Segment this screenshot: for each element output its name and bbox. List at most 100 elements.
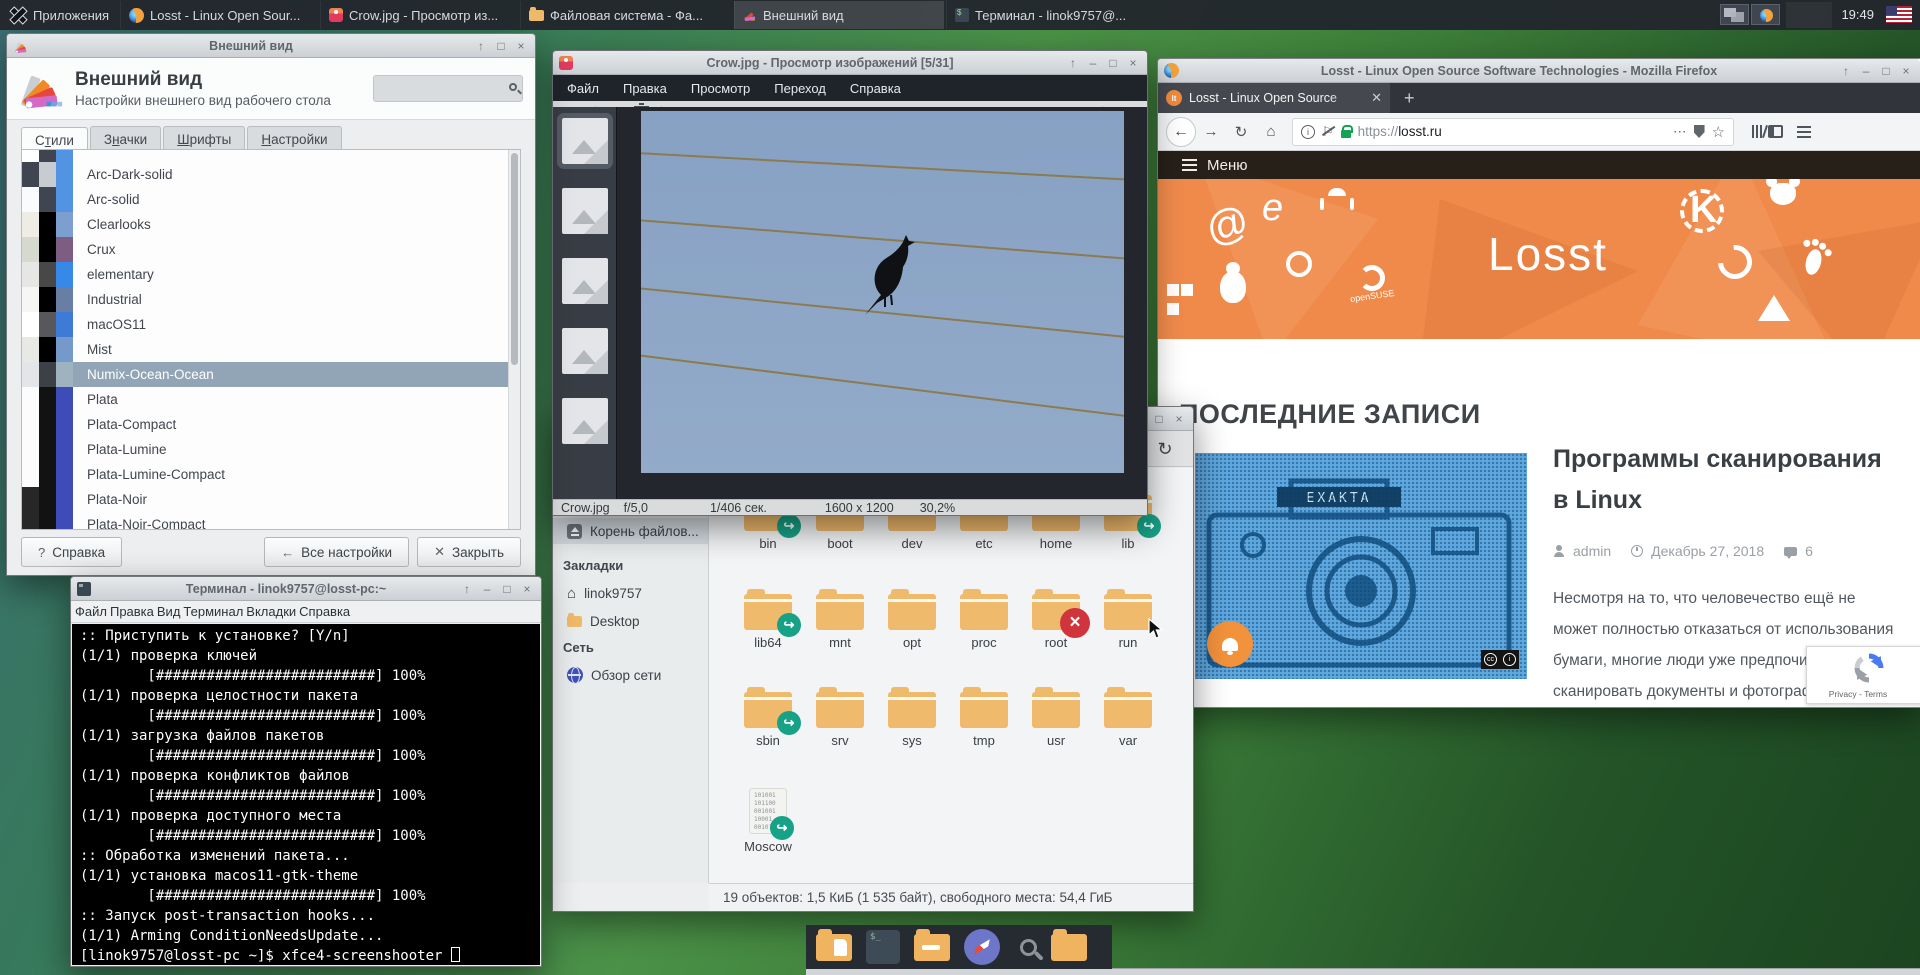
forward-button[interactable]: → (1196, 123, 1226, 140)
dock-folder-icon[interactable] (1051, 934, 1087, 961)
all-settings-button[interactable]: ←Все настройки (264, 537, 409, 567)
task-button-crow[interactable]: Crow.jpg - Просмотр из... (320, 1, 518, 29)
theme-row[interactable]: Crux (22, 237, 520, 262)
shade-button[interactable]: ↑ (459, 578, 475, 600)
theme-row[interactable]: macOS11 (22, 312, 520, 337)
menu-edit[interactable]: Правка (110, 604, 154, 619)
folder-item-usr[interactable]: usr (1020, 692, 1092, 748)
sidebar-item-network[interactable]: Обзор сети (553, 662, 708, 688)
maximize-button[interactable]: □ (493, 35, 509, 57)
recaptcha-badge[interactable]: Privacy - Terms (1806, 646, 1920, 704)
folder-item-srv[interactable]: srv (804, 692, 876, 748)
theme-row[interactable]: elementary (22, 262, 520, 287)
article-comments[interactable]: 6 (1805, 543, 1813, 559)
shade-button[interactable]: ↑ (1065, 52, 1081, 74)
folder-item-proc[interactable]: proc (948, 594, 1020, 650)
shade-button[interactable]: ↑ (1838, 60, 1854, 82)
theme-row[interactable]: Arc-solid (22, 187, 520, 212)
pocket-icon[interactable] (1694, 125, 1705, 138)
sidebar-item-home[interactable]: ⌂ linok9757 (553, 580, 708, 606)
page-actions-icon[interactable]: ⋯ (1673, 124, 1687, 140)
maximize-button[interactable]: □ (1151, 408, 1167, 430)
close-button[interactable]: × (1125, 52, 1141, 74)
menu-tabs[interactable]: Вкладки (246, 604, 296, 619)
dock-browser-icon[interactable] (964, 929, 1000, 965)
dock-file-manager-icon[interactable] (816, 934, 852, 961)
menu-help[interactable]: Справка (850, 81, 901, 96)
thumbnail-selected[interactable] (562, 118, 608, 164)
workspace-2[interactable] (1751, 4, 1780, 25)
maximize-button[interactable]: □ (1878, 60, 1894, 82)
dock-terminal-icon[interactable] (866, 930, 900, 964)
article-title[interactable]: Программы сканирования в Linux (1553, 439, 1901, 521)
close-button[interactable]: × (1898, 60, 1914, 82)
theme-row[interactable]: Arc-Dark-solid (22, 162, 520, 187)
task-button-terminal[interactable]: Терминал - linok9757@... (946, 1, 1158, 29)
menu-file[interactable]: Файл (567, 81, 599, 96)
new-tab-button[interactable]: + (1404, 88, 1415, 109)
close-button[interactable]: × (1171, 408, 1187, 430)
folder-item-mnt[interactable]: mnt (804, 594, 876, 650)
permissions-icon[interactable]: ⚐ (1322, 124, 1334, 140)
close-window-button[interactable]: ✕Закрыть (417, 537, 521, 567)
minimize-button[interactable]: – (479, 578, 495, 600)
home-button[interactable]: ⌂ (1256, 123, 1286, 140)
url-bar[interactable]: i ⚐ https://losst.ru ⋯ ☆ (1292, 118, 1734, 146)
theme-row[interactable]: Plata-Noir-Compact (22, 512, 520, 530)
thumbnail[interactable] (562, 328, 608, 374)
menu-view[interactable]: Просмотр (691, 81, 750, 96)
menu-help[interactable]: Справка (299, 604, 350, 619)
sidebar-toggle-icon[interactable] (1768, 125, 1783, 138)
theme-row[interactable]: Plata-Lumine-Compact (22, 462, 520, 487)
shade-button[interactable]: ↑ (473, 35, 489, 57)
thumbnail[interactable] (562, 258, 608, 304)
applications-menu[interactable]: Приложения (0, 0, 119, 30)
theme-row[interactable]: Plata (22, 387, 520, 412)
maximize-button[interactable]: □ (499, 578, 515, 600)
folder-item-sbin[interactable]: sbin (732, 692, 804, 748)
file-item-moscow[interactable]: 101001 101100 001001 10001 00101 Moscow (732, 788, 804, 854)
menu-edit[interactable]: Правка (623, 81, 667, 96)
site-info-icon[interactable]: i (1301, 125, 1315, 139)
article-author[interactable]: admin (1573, 543, 1611, 559)
theme-row[interactable]: Plata-Lumine (22, 437, 520, 462)
task-button-appearance[interactable]: Внешний вид (734, 1, 944, 29)
article-image[interactable]: EXAKTA cc i (1195, 453, 1527, 679)
dock-open-folder-icon[interactable] (914, 934, 950, 961)
folder-item-root[interactable]: root (1020, 594, 1092, 650)
folder-item-sys[interactable]: sys (876, 692, 948, 748)
bookmark-star-icon[interactable]: ☆ (1712, 123, 1725, 141)
workspace-1[interactable] (1720, 4, 1749, 25)
notification-bell-badge[interactable] (1207, 621, 1253, 667)
theme-row[interactable]: Industrial (22, 287, 520, 312)
sidebar-item-filesystem-root[interactable]: Корень файлов... (553, 518, 708, 544)
menu-file[interactable]: Файл (75, 604, 107, 619)
site-logo[interactable]: Losst (1488, 227, 1608, 281)
thumbnail[interactable] (562, 398, 608, 444)
menu-terminal[interactable]: Терминал (183, 604, 243, 619)
sidebar-item-desktop[interactable]: Desktop (553, 608, 708, 634)
theme-row[interactable]: Plata-Noir (22, 487, 520, 512)
library-icon[interactable] (1752, 125, 1754, 138)
reload-button[interactable]: ↻ (1226, 123, 1256, 141)
tab-losst[interactable]: lt Losst - Linux Open Source ✕ (1158, 83, 1390, 113)
folder-item-opt[interactable]: opt (876, 594, 948, 650)
tab-close-icon[interactable]: ✕ (1371, 90, 1382, 106)
task-button-losst[interactable]: Losst - Linux Open Sour... (120, 1, 318, 29)
minimize-button[interactable]: – (1858, 60, 1874, 82)
site-menu-bar[interactable]: Меню (1158, 151, 1920, 179)
menu-view[interactable]: Вид (157, 604, 181, 619)
maximize-button[interactable]: □ (1105, 52, 1121, 74)
search-input[interactable] (373, 75, 523, 102)
dock-search-icon[interactable] (1020, 939, 1037, 956)
help-button[interactable]: ?Справка (21, 537, 122, 567)
folder-item-tmp[interactable]: tmp (948, 692, 1020, 748)
close-button[interactable]: × (519, 578, 535, 600)
folder-item-lib64[interactable]: lib64 (732, 594, 804, 650)
task-button-filesystem[interactable]: Файловая система - Фа... (520, 1, 732, 29)
back-button[interactable]: ← (1166, 117, 1196, 147)
menu-hamburger-icon[interactable] (1797, 126, 1811, 128)
close-button[interactable]: × (513, 35, 529, 57)
minimize-button[interactable]: – (1085, 52, 1101, 74)
theme-row[interactable]: Clearlooks (22, 212, 520, 237)
